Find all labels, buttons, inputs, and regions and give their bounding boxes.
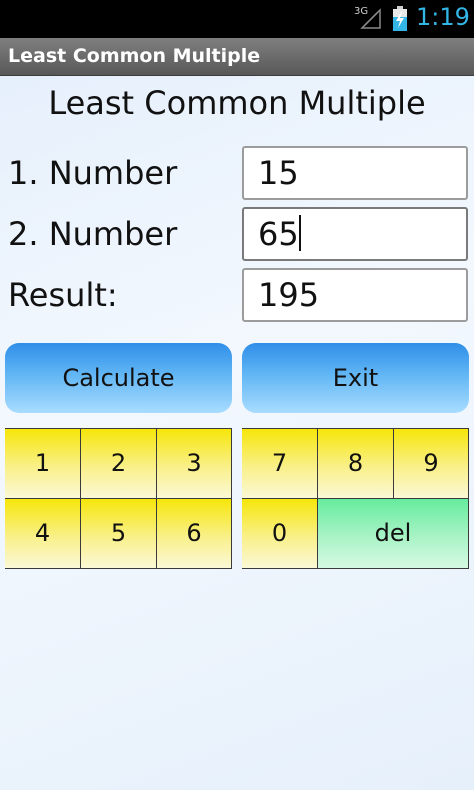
key-8[interactable]: 8	[318, 429, 394, 498]
keypad-right: 7 8 9 0 del	[242, 428, 469, 569]
text-cursor	[298, 215, 301, 251]
number2-value: 65	[258, 215, 299, 253]
result-field[interactable]: 195	[242, 268, 468, 322]
key-3[interactable]: 3	[157, 429, 232, 498]
key-1[interactable]: 1	[5, 429, 81, 498]
keypad-left: 1 2 3 4 5 6	[5, 428, 232, 569]
exit-button[interactable]: Exit	[242, 343, 469, 413]
number1-value: 15	[258, 154, 299, 192]
page-title: Least Common Multiple	[48, 84, 426, 122]
result-value: 195	[258, 276, 320, 314]
number2-label: 2. Number	[8, 215, 178, 253]
status-bar: 3G 1:19	[0, 0, 474, 38]
key-4[interactable]: 4	[5, 499, 81, 568]
battery-charging-icon	[393, 6, 407, 31]
key-0[interactable]: 0	[242, 499, 318, 568]
number1-field[interactable]: 15	[242, 146, 468, 200]
key-5[interactable]: 5	[81, 499, 157, 568]
calculate-button[interactable]: Calculate	[5, 343, 232, 413]
keypad-divider	[242, 498, 469, 499]
key-7[interactable]: 7	[242, 429, 318, 498]
clock: 1:19	[416, 3, 470, 31]
number2-field[interactable]: 65	[242, 207, 468, 261]
key-6[interactable]: 6	[157, 499, 232, 568]
key-9[interactable]: 9	[394, 429, 469, 498]
app-title-bar: Least Common Multiple	[0, 38, 474, 76]
keypad-divider	[5, 498, 232, 499]
number1-label: 1. Number	[8, 154, 178, 192]
delete-button[interactable]: del	[318, 499, 469, 568]
result-label: Result:	[8, 276, 118, 314]
signal-icon	[360, 8, 381, 29]
key-2[interactable]: 2	[81, 429, 157, 498]
app-title: Least Common Multiple	[8, 45, 261, 67]
